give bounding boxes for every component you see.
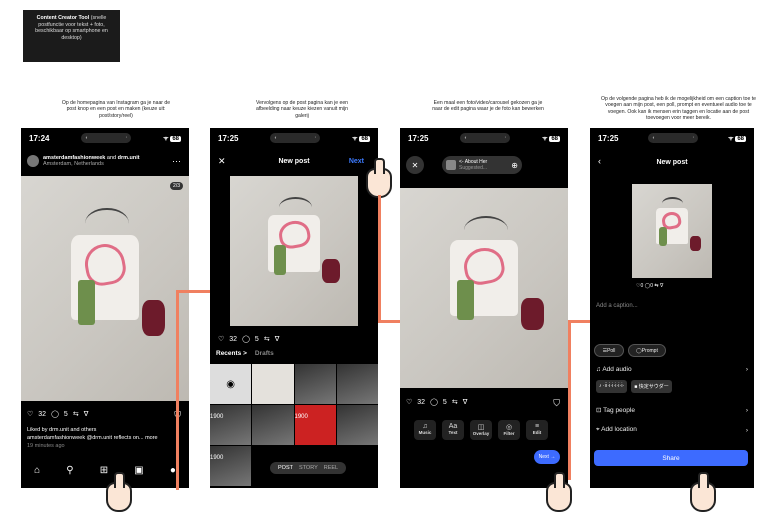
close-button[interactable]: ✕ [406,156,424,174]
screen-caption: 17:25 ◐ · ᯤ 68 ‹ New post ♡0 ◯0 ⇆ ∇ Add a c… [590,128,754,488]
audio-suggestion[interactable]: <- About Her Suggested... ⊕ [442,156,522,174]
profile-icon[interactable]: ● [170,465,176,476]
gallery-thumb[interactable] [252,405,294,445]
flow-arrow [568,320,590,323]
tool-note: Content Creator Tool (snelle postfunctie… [23,10,120,62]
like-icon[interactable]: ♡ [27,410,33,418]
mode-post[interactable]: POST [278,465,293,471]
music-icon: ♫ [596,366,601,373]
gallery-thumb[interactable] [336,405,378,445]
reels-icon[interactable]: ▣ [134,465,143,476]
caption-2: Vervolgens op de post pagina kan je een … [255,100,349,119]
search-icon[interactable]: ⚲ [66,465,73,476]
gallery-thumb[interactable] [336,364,378,404]
avatar[interactable] [27,155,39,167]
gallery-thumb[interactable]: 1900 [294,405,336,445]
caption-3: Een maal een foto/video/carousel gekozen… [432,100,544,113]
carousel-counter: 2/3 [170,182,183,190]
mode-story[interactable]: STORY [299,465,318,471]
page-title: New post [656,159,688,166]
screen-home-feed: 17:24 ◐ · ᯤ 68 amsterdamfashionweek and d… [21,128,189,488]
next-button[interactable]: Next [349,158,364,165]
tap-hand-icon [366,158,392,198]
flow-arrow [568,320,571,480]
mode-switch: POST STORY REEL [270,462,347,474]
mode-reel[interactable]: REEL [324,465,338,471]
status-bar: 17:24 ◐ · ᯤ 68 [29,133,181,143]
edit-toolbar: ♫ Music Aa Text ◫ Overlay ◎ Filter ≡ Edit [414,420,548,440]
edit-tool[interactable]: ≡ Edit [526,420,548,440]
repost-icon[interactable]: ⇆ [73,410,79,418]
post-meta: Liked by drm.unit and others amsterdamfa… [27,427,158,449]
action-bar: ♡ 32 ◯ 5 ⇆ ∇ [27,410,89,419]
audio-suggestions: ♪ ·ı̇ı̇·ı̇·ı̇·ı̇·ı̇·ı̇· ■ 快定サウダー [596,380,672,393]
text-tool[interactable]: Aa Text [442,420,464,440]
caption-4: Op de volgende pagina heb ik de mogelijk… [601,96,756,122]
recents-tab[interactable]: Recents > [216,350,247,357]
bookmark-icon[interactable]: ⛉ [553,398,560,409]
camera-icon[interactable]: ◉ [210,364,252,404]
flow-arrow [176,290,179,490]
location-icon: ⌖ [596,426,600,433]
screen-new-post: 17:25 ◐ · ᯤ 68 ✕ New post Next ♡ 32 ◯ 5 ⇆ ∇ Rece… [210,128,378,488]
music-tool[interactable]: ♫ Music [414,420,436,440]
gallery-thumb[interactable] [252,364,294,404]
tap-hand-icon [106,472,132,512]
share-button[interactable]: Share [594,450,748,466]
gallery-thumb[interactable] [294,364,336,404]
audio-track[interactable]: ♪ ·ı̇ı̇·ı̇·ı̇·ı̇·ı̇·ı̇· [596,380,628,393]
preview-photo [230,176,358,326]
tap-hand-icon [546,472,572,512]
poll-button[interactable]: ☰ Poll [594,344,624,357]
gallery-thumb[interactable]: 1900 [210,446,252,486]
bottom-nav: ⌂ ⚲ ⊞ ▣ ● [21,465,189,476]
add-icon[interactable]: ⊕ [511,161,518,170]
tag-people-row[interactable]: ⊡ Tag people › [596,406,748,415]
flow-arrow [378,320,400,323]
gallery-thumb[interactable]: 1900 [210,405,252,445]
share-icon[interactable]: ∇ [84,410,89,418]
gallery-tabs: Recents > Drafts [216,350,274,357]
flow-arrow [176,290,210,293]
post-counts: ♡0 ◯0 ⇆ ∇ [636,283,664,289]
audio-track[interactable]: ■ 快定サウダー [631,380,672,393]
tag-icon: ⊡ [596,407,602,414]
next-button[interactable]: Next → [534,450,560,464]
post-header[interactable]: amsterdamfashionweek and drm.unit Amster… [27,155,140,167]
flow-arrow [378,195,381,322]
screen-edit: 17:25 ◐ · ᯤ 68 ✕ <- About Her Suggested... ⊕… [400,128,568,488]
comment-icon[interactable]: ◯ [51,410,59,418]
home-icon[interactable]: ⌂ [34,465,40,476]
drafts-tab[interactable]: Drafts [255,350,274,357]
overlay-tool[interactable]: ◫ Overlay [470,420,492,440]
add-location-row[interactable]: ⌖ Add location › [596,426,748,434]
tap-hand-icon [690,472,716,512]
more-icon[interactable]: ⋯ [172,156,181,167]
add-audio-row[interactable]: ♫ Add audio › [596,366,748,373]
create-post-icon[interactable]: ⊞ [100,465,108,476]
post-thumbnail [632,184,712,278]
post-photo[interactable]: 2/3 [21,176,189,401]
caption-1: Op de homepagina van Instagram ga je naa… [61,100,171,119]
filter-tool[interactable]: ◎ Filter [498,420,520,440]
edit-photo [400,188,568,388]
caption-input[interactable]: Add a caption... [596,303,638,309]
prompt-button[interactable]: ◯ Prompt [628,344,666,357]
